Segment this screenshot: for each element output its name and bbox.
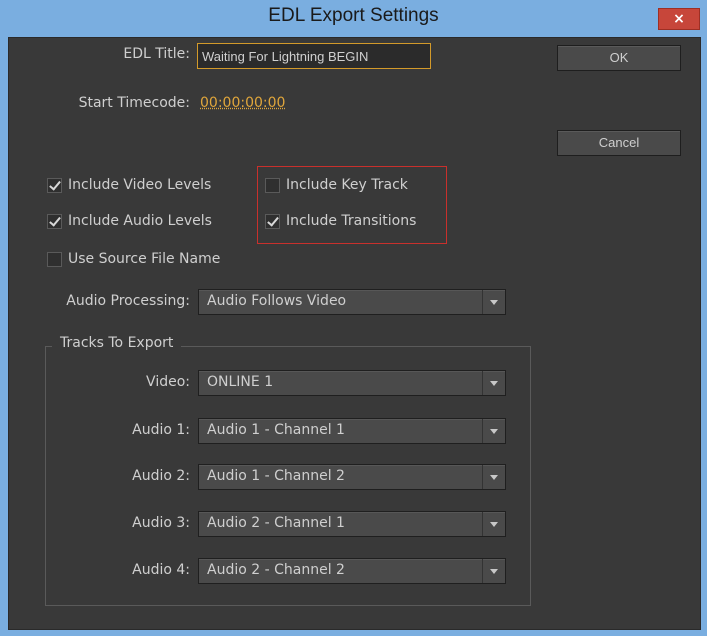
- chevron-down-icon: [482, 419, 505, 443]
- dialog-title: EDL Export Settings: [268, 5, 439, 26]
- edl-title-label: EDL Title:: [123, 46, 190, 62]
- include-transitions-checkbox[interactable]: Include Transitions: [265, 213, 416, 229]
- dropdown-value: ONLINE 1: [207, 374, 274, 390]
- tracks-group-label: Tracks To Export: [52, 335, 182, 351]
- checkbox-box[interactable]: [47, 251, 62, 267]
- checkbox-label: Include Transitions: [286, 213, 417, 229]
- dropdown-value: Audio 1 - Channel 2: [207, 468, 345, 484]
- checkbox-label: Include Key Track: [286, 177, 408, 193]
- chevron-down-icon: [482, 512, 505, 536]
- chevron-down-icon: [482, 559, 505, 583]
- close-button[interactable]: ×: [658, 8, 700, 30]
- chevron-down-icon: [482, 290, 505, 314]
- title-bar[interactable]: EDL Export Settings ×: [0, 0, 707, 30]
- audio-2-track-label: Audio 2:: [132, 468, 190, 484]
- checkbox-box[interactable]: [265, 177, 280, 193]
- edl-title-field[interactable]: [197, 43, 431, 69]
- include-video-levels-checkbox[interactable]: Include Video Levels: [47, 177, 211, 193]
- ok-button[interactable]: OK: [557, 45, 681, 71]
- checkbox-box[interactable]: [47, 177, 62, 193]
- chevron-down-icon: [482, 465, 505, 489]
- video-track-label: Video:: [146, 374, 190, 390]
- audio-2-track-dropdown[interactable]: Audio 1 - Channel 2: [198, 464, 506, 490]
- include-audio-levels-checkbox[interactable]: Include Audio Levels: [47, 213, 212, 229]
- audio-3-track-dropdown[interactable]: Audio 2 - Channel 1: [198, 511, 506, 537]
- audio-1-track-label: Audio 1:: [132, 422, 190, 438]
- audio-4-track-label: Audio 4:: [132, 562, 190, 578]
- include-key-track-checkbox[interactable]: Include Key Track: [265, 177, 408, 193]
- checkbox-box[interactable]: [265, 213, 280, 229]
- checkbox-label: Include Audio Levels: [68, 213, 212, 229]
- audio-4-track-dropdown[interactable]: Audio 2 - Channel 2: [198, 558, 506, 584]
- dropdown-value: Audio 1 - Channel 1: [207, 422, 345, 438]
- checkbox-label: Use Source File Name: [68, 251, 221, 267]
- dialog-window: EDL Export Settings × EDL Title: Start T…: [0, 0, 707, 636]
- audio-1-track-dropdown[interactable]: Audio 1 - Channel 1: [198, 418, 506, 444]
- checkbox-box[interactable]: [47, 213, 62, 229]
- audio-3-track-label: Audio 3:: [132, 515, 190, 531]
- audio-processing-dropdown[interactable]: Audio Follows Video: [198, 289, 506, 315]
- video-track-dropdown[interactable]: ONLINE 1: [198, 370, 506, 396]
- start-timecode-label: Start Timecode:: [78, 95, 190, 111]
- cancel-button[interactable]: Cancel: [557, 130, 681, 156]
- audio-processing-label: Audio Processing:: [66, 293, 190, 309]
- use-source-file-name-checkbox[interactable]: Use Source File Name: [47, 251, 220, 267]
- edl-title-input[interactable]: [198, 44, 430, 68]
- dropdown-value: Audio Follows Video: [207, 293, 347, 309]
- dropdown-value: Audio 2 - Channel 1: [207, 515, 345, 531]
- start-timecode-value[interactable]: 00:00:00:00: [200, 95, 285, 111]
- chevron-down-icon: [482, 371, 505, 395]
- checkbox-label: Include Video Levels: [68, 177, 212, 193]
- dropdown-value: Audio 2 - Channel 2: [207, 562, 345, 578]
